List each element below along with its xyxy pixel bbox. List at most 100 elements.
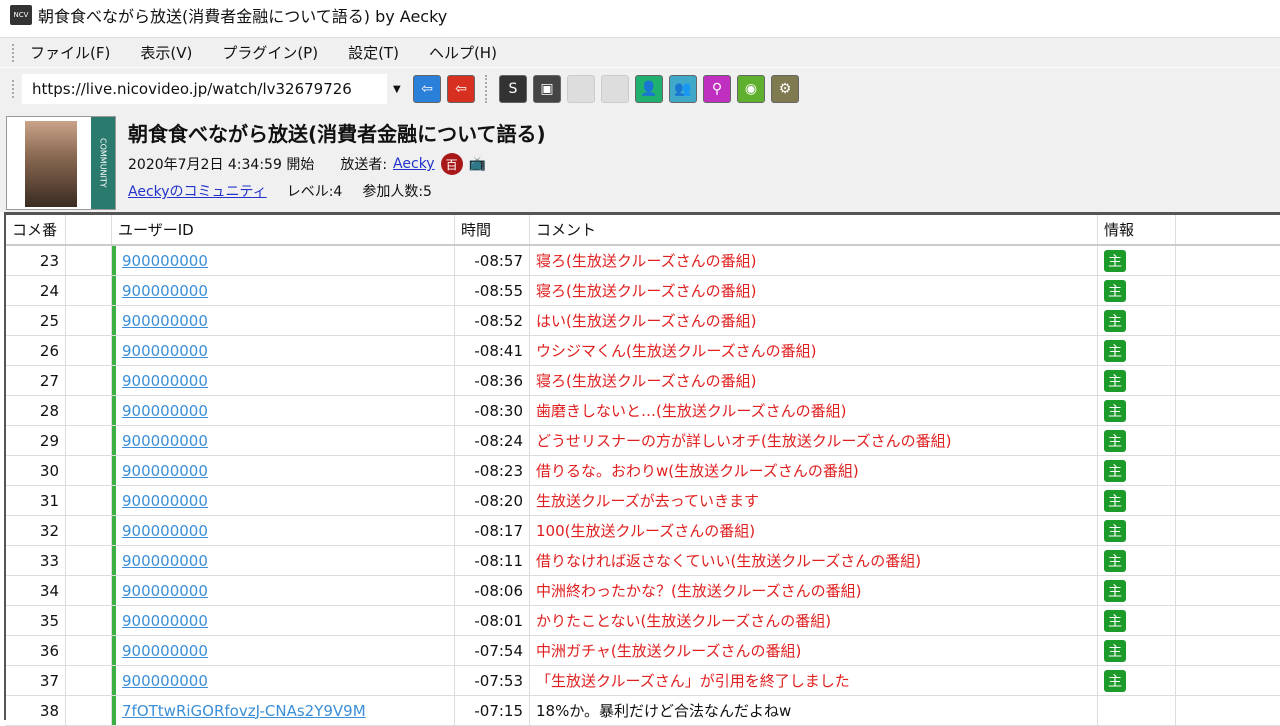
search-icon[interactable]: ⚲ [703, 75, 731, 103]
table-row[interactable]: 32 900000000 -08:17 100(生放送クルーズさんの番組) 主 [6, 516, 1280, 546]
owner-badge: 主 [1104, 339, 1126, 362]
owner-badge: 主 [1104, 669, 1126, 692]
comment-text: 借りるな。おわりw(生放送クルーズさんの番組) [530, 456, 1098, 485]
comment-text: 歯磨きしないと…(生放送クルーズさんの番組) [530, 396, 1098, 425]
table-row[interactable]: 33 900000000 -08:11 借りなければ返さなくていい(生放送クルー… [6, 546, 1280, 576]
owner-badge: 主 [1104, 279, 1126, 302]
grip-handle[interactable] [12, 43, 16, 62]
user-id-link[interactable]: 900000000 [122, 432, 208, 450]
user-id-link[interactable]: 900000000 [122, 282, 208, 300]
comment-text: 生放送クルーズが去っていきます [530, 486, 1098, 515]
user-id-link[interactable]: 900000000 [122, 492, 208, 510]
user-id-link[interactable]: 900000000 [122, 672, 208, 690]
user-id-link[interactable]: 900000000 [122, 642, 208, 660]
owner-badge: 主 [1104, 249, 1126, 272]
table-row[interactable]: 29 900000000 -08:24 どうせリスナーの方が詳しいオチ(生放送ク… [6, 426, 1280, 456]
table-row[interactable]: 24 900000000 -08:55 寝ろ(生放送クルーズさんの番組) 主 [6, 276, 1280, 306]
table-row[interactable]: 25 900000000 -08:52 はい(生放送クルーズさんの番組) 主 [6, 306, 1280, 336]
blank-cell [66, 516, 112, 545]
table-row[interactable]: 26 900000000 -08:41 ウシジマくん(生放送クルーズさんの番組)… [6, 336, 1280, 366]
comment-number: 38 [6, 696, 66, 725]
blank-cell [66, 576, 112, 605]
user-id-link[interactable]: 900000000 [122, 552, 208, 570]
table-header: コメ番 ユーザーID 時間 コメント 情報 [6, 215, 1280, 246]
comment-time: -08:52 [455, 306, 530, 335]
user-id-link[interactable]: 900000000 [122, 402, 208, 420]
comment-number: 27 [6, 366, 66, 395]
header-time[interactable]: 時間 [455, 215, 530, 244]
menu-help[interactable]: ヘルプ(H) [429, 42, 497, 63]
comment-time: -07:54 [455, 636, 530, 665]
user-id-link[interactable]: 900000000 [122, 522, 208, 540]
user-id-link[interactable]: 900000000 [122, 342, 208, 360]
comment-number: 34 [6, 576, 66, 605]
users-icon[interactable]: 👥 [669, 75, 697, 103]
grip-handle[interactable] [12, 80, 16, 98]
blank-cell [66, 396, 112, 425]
user-icon[interactable]: 👤 [635, 75, 663, 103]
comment-text: 「生放送クルーズさん」が引用を終了しました [530, 666, 1098, 695]
menu-settings[interactable]: 設定(T) [348, 42, 399, 63]
comment-table: コメ番 ユーザーID 時間 コメント 情報 23 900000000 -08:5… [4, 212, 1280, 726]
user-id-link[interactable]: 900000000 [122, 582, 208, 600]
menu-plugin[interactable]: プラグイン(P) [222, 42, 318, 63]
gear-icon[interactable]: ⚙ [771, 75, 799, 103]
comment-time: -08:30 [455, 396, 530, 425]
separator [485, 75, 487, 103]
user-id-link[interactable]: 900000000 [122, 372, 208, 390]
table-row[interactable]: 31 900000000 -08:20 生放送クルーズが去っていきます 主 [6, 486, 1280, 516]
window-title: 朝食食べながら放送(消費者金融について語る) by Aecky [38, 7, 448, 26]
comment-time: -08:57 [455, 246, 530, 275]
header-comment[interactable]: コメント [530, 215, 1098, 244]
header-user-id[interactable]: ユーザーID [112, 215, 455, 244]
window-icon[interactable]: ▣ [533, 75, 561, 103]
broadcaster-link[interactable]: Aecky [393, 156, 435, 172]
community-thumbnail[interactable]: COMMUNITY [6, 116, 116, 210]
user-id-link[interactable]: 900000000 [122, 462, 208, 480]
user-id-link[interactable]: 900000000 [122, 612, 208, 630]
comment-number: 24 [6, 276, 66, 305]
user-id-link[interactable]: 900000000 [122, 312, 208, 330]
chevron-down-icon[interactable]: ▼ [393, 84, 407, 95]
table-row[interactable]: 28 900000000 -08:30 歯磨きしないと…(生放送クルーズさんの番… [6, 396, 1280, 426]
comment-number: 36 [6, 636, 66, 665]
owner-badge: 主 [1104, 519, 1126, 542]
owner-badge: 主 [1104, 309, 1126, 332]
speech-icon[interactable]: S [499, 75, 527, 103]
blank-cell [66, 456, 112, 485]
user-id-link[interactable]: 7fOTtwRiGORfovzJ-CNAs2Y9V9M [122, 702, 366, 720]
comment-text: 中洲ガチャ(生放送クルーズさんの番組) [530, 636, 1098, 665]
table-row[interactable]: 37 900000000 -07:53 「生放送クルーズさん」が引用を終了しまし… [6, 666, 1280, 696]
table-row[interactable]: 30 900000000 -08:23 借りるな。おわりw(生放送クルーズさんの… [6, 456, 1280, 486]
header-blank[interactable] [66, 215, 112, 244]
menu-file[interactable]: ファイル(F) [30, 42, 110, 63]
tv-icon[interactable]: 📺 [469, 156, 486, 172]
disconnect-icon[interactable]: ⇦ [447, 75, 475, 103]
community-link[interactable]: Aeckyのコミュニティ [128, 181, 267, 201]
table-row[interactable]: 36 900000000 -07:54 中洲ガチャ(生放送クルーズさんの番組) … [6, 636, 1280, 666]
table-row[interactable]: 23 900000000 -08:57 寝ろ(生放送クルーズさんの番組) 主 [6, 246, 1280, 276]
url-combobox[interactable]: https://live.nicovideo.jp/watch/lv326797… [22, 74, 387, 104]
header-number[interactable]: コメ番 [6, 215, 66, 244]
header-info[interactable]: 情報 [1098, 215, 1176, 244]
title-bar: NCV 朝食食べながら放送(消費者金融について語る) by Aecky [0, 0, 1280, 30]
owner-badge: 主 [1104, 369, 1126, 392]
owner-badge: 主 [1104, 639, 1126, 662]
menu-view[interactable]: 表示(V) [140, 42, 192, 63]
owner-badge: 主 [1104, 399, 1126, 422]
user-id-link[interactable]: 900000000 [122, 252, 208, 270]
encyclopedia-badge[interactable]: 百 [440, 153, 463, 175]
table-row[interactable]: 34 900000000 -08:06 中洲終わったかな？(生放送クルーズさんの… [6, 576, 1280, 606]
comment-time: -08:36 [455, 366, 530, 395]
broadcaster-photo [25, 121, 77, 207]
table-row[interactable]: 27 900000000 -08:36 寝ろ(生放送クルーズさんの番組) 主 [6, 366, 1280, 396]
broadcast-icon[interactable]: ◉ [737, 75, 765, 103]
comment-text: 中洲終わったかな？(生放送クルーズさんの番組) [530, 576, 1098, 605]
blank-cell [66, 486, 112, 515]
table-row[interactable]: 38 7fOTtwRiGORfovzJ-CNAs2Y9V9M -07:15 18… [6, 696, 1280, 726]
comment-text: 寝ろ(生放送クルーズさんの番組) [530, 246, 1098, 275]
table-row[interactable]: 35 900000000 -08:01 かりたことない(生放送クルーズさんの番組… [6, 606, 1280, 636]
connect-icon[interactable]: ⇦ [413, 75, 441, 103]
comment-time: -08:11 [455, 546, 530, 575]
comment-time: -07:15 [455, 696, 530, 725]
